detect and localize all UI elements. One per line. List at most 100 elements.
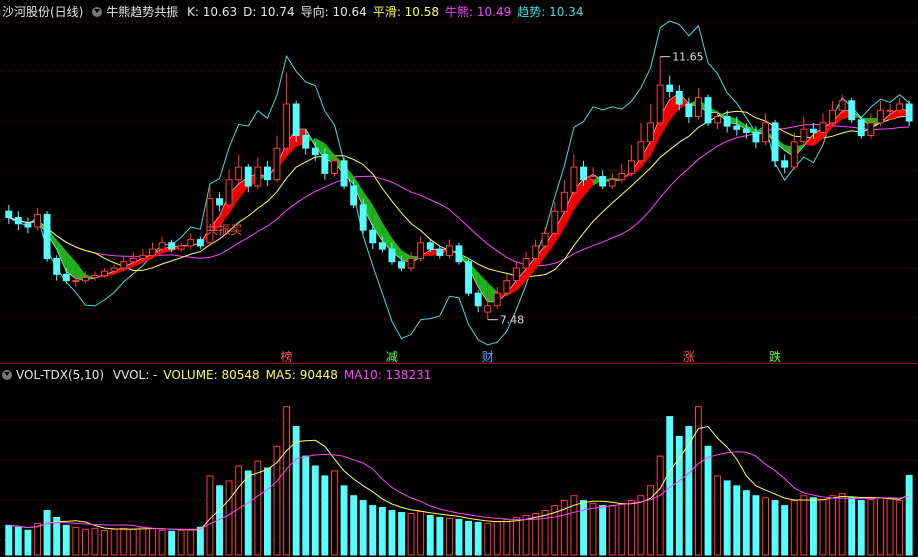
candle-body-44 bbox=[426, 242, 434, 250]
volume-bar-42 bbox=[407, 513, 415, 556]
candle-body-35 bbox=[340, 160, 348, 187]
volume-bar-33 bbox=[321, 475, 329, 556]
candle-body-34 bbox=[331, 160, 338, 174]
candle-body-1 bbox=[14, 217, 22, 225]
candle-body-56 bbox=[541, 232, 549, 247]
candle-body-84 bbox=[810, 128, 817, 133]
candle-body-4 bbox=[43, 213, 51, 260]
candle-body-90 bbox=[867, 122, 875, 137]
volume-menu-button[interactable]: VOL-TDX(5,10) bbox=[2, 368, 104, 382]
candle-body-50 bbox=[484, 305, 492, 313]
volume-bar-19 bbox=[187, 528, 195, 556]
candle-body-82 bbox=[790, 141, 798, 168]
volume-bar-71 bbox=[685, 426, 693, 556]
volume-bar-21 bbox=[206, 475, 214, 556]
candle-body-25 bbox=[244, 166, 252, 187]
volume-bar-70 bbox=[675, 435, 683, 556]
volume-bar-52 bbox=[503, 518, 511, 556]
volume-bar-92 bbox=[886, 498, 894, 556]
volume-bar-38 bbox=[369, 505, 377, 556]
volume-bar-78 bbox=[752, 495, 760, 556]
volume-bar-82 bbox=[790, 500, 798, 556]
volume-bar-76 bbox=[733, 485, 741, 556]
volume-bar-49 bbox=[474, 521, 482, 556]
candle-body-88 bbox=[848, 100, 856, 121]
volume-bar-64 bbox=[618, 503, 626, 556]
volume-bar-29 bbox=[283, 406, 291, 556]
candle-body-8 bbox=[82, 277, 89, 282]
candle-body-30 bbox=[292, 103, 300, 136]
volume-bar-44 bbox=[426, 515, 434, 556]
volume-bar-56 bbox=[541, 510, 549, 556]
volume-bar-46 bbox=[446, 517, 453, 556]
candle-body-85 bbox=[819, 122, 827, 133]
volume-bar-11 bbox=[110, 528, 118, 556]
candle-body-23 bbox=[225, 179, 233, 206]
vol-value-3: MA10: 138231 bbox=[343, 368, 432, 382]
volume-bar-84 bbox=[810, 497, 817, 556]
candle-body-70 bbox=[675, 90, 683, 105]
candle-body-14 bbox=[139, 254, 147, 260]
volume-bar-63 bbox=[608, 505, 616, 556]
volume-bar-6 bbox=[62, 524, 70, 556]
volume-bar-88 bbox=[848, 497, 856, 556]
candle-body-54 bbox=[522, 258, 530, 269]
volume-bar-10 bbox=[101, 529, 108, 556]
volume-bar-20 bbox=[196, 526, 204, 556]
volume-bar-1 bbox=[14, 526, 22, 556]
candle-body-15 bbox=[149, 248, 156, 256]
candle-body-57 bbox=[551, 210, 559, 234]
annotation-price-1: 7.48 bbox=[500, 314, 525, 327]
candle-body-72 bbox=[695, 97, 702, 118]
candle-body-37 bbox=[359, 204, 367, 231]
volume-bar-25 bbox=[244, 470, 252, 556]
volume-bar-17 bbox=[168, 530, 176, 556]
volume-bar-39 bbox=[378, 507, 386, 556]
indicator-values: K: 10.63 D: 10.74 导向: 10.64 平滑: 10.58 牛熊: 10… bbox=[187, 5, 589, 19]
volume-bar-24 bbox=[235, 465, 243, 556]
dropdown-icon[interactable] bbox=[2, 370, 12, 380]
candle-body-76 bbox=[733, 125, 741, 130]
candle-body-49 bbox=[474, 292, 482, 307]
volume-bar-60 bbox=[580, 500, 587, 556]
volume-bar-43 bbox=[417, 511, 425, 556]
candle-body-17 bbox=[168, 242, 176, 250]
candle-body-16 bbox=[158, 242, 166, 250]
volume-bar-26 bbox=[254, 460, 262, 556]
candle-body-7 bbox=[72, 280, 80, 283]
candle-body-3 bbox=[34, 213, 41, 228]
volume-bar-35 bbox=[340, 485, 348, 556]
main-header: 沙河股份(日线) 牛熊趋势共振 K: 10.63 D: 10.74 导向: 10.6… bbox=[2, 3, 594, 21]
candle-body-33 bbox=[321, 154, 329, 174]
band-segment-8 bbox=[75, 261, 86, 280]
candle-body-52 bbox=[503, 280, 511, 294]
dropdown-icon[interactable] bbox=[92, 7, 103, 17]
volume-header: VOL-TDX(5,10) VVOL: - VOLUME: 80548 MA5: 9… bbox=[2, 366, 442, 384]
volume-values: VVOL: - VOLUME: 80548 MA5: 90448 MA10: 1382… bbox=[113, 368, 438, 382]
indicator-menu-button[interactable]: 牛熊趋势共振 bbox=[92, 5, 178, 19]
annotation-price-0: 11.65 bbox=[672, 51, 704, 64]
candle-body-60 bbox=[580, 166, 587, 181]
candle-body-2 bbox=[24, 223, 32, 228]
volume-bar-14 bbox=[139, 526, 147, 556]
candle-body-83 bbox=[800, 128, 808, 143]
volume-bar-2 bbox=[24, 529, 32, 556]
volume-bar-66 bbox=[637, 495, 645, 556]
candle-body-48 bbox=[465, 261, 473, 294]
ind-value-4: 牛熊: 10.49 bbox=[445, 5, 512, 19]
volume-bar-18 bbox=[177, 529, 185, 556]
trend-line bbox=[8, 20, 910, 346]
volume-bar-48 bbox=[465, 520, 473, 556]
candle-body-29 bbox=[283, 103, 291, 149]
candle-body-64 bbox=[618, 172, 626, 181]
candle-body-18 bbox=[177, 245, 185, 250]
volume-bars bbox=[5, 406, 913, 556]
volume-bar-30 bbox=[292, 426, 300, 556]
candle-body-12 bbox=[120, 261, 128, 269]
ind-value-1: D: 10.74 bbox=[243, 5, 295, 19]
volume-bar-16 bbox=[158, 529, 166, 556]
stock-title: 沙河股份(日线) bbox=[2, 5, 84, 19]
volume-bar-79 bbox=[762, 497, 769, 556]
volume-bar-15 bbox=[149, 527, 156, 556]
candle-body-40 bbox=[388, 248, 396, 263]
